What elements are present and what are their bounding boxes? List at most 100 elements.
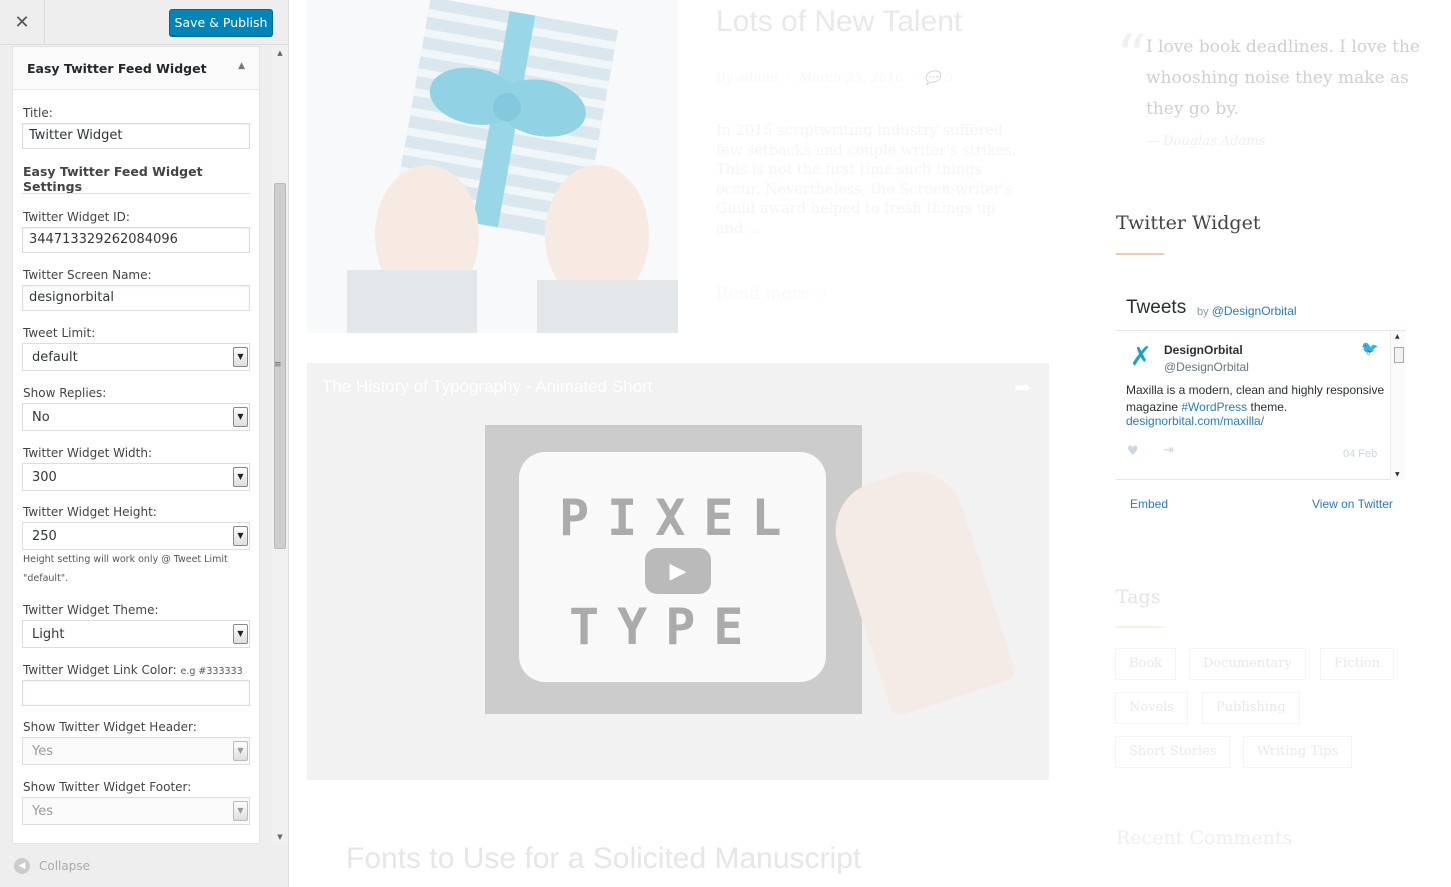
by-handle-link[interactable]: @DesignOrbital <box>1212 304 1297 318</box>
comment-icon: 💬 <box>924 71 941 86</box>
heading-underline <box>1116 253 1164 255</box>
scroll-thumb[interactable] <box>1394 347 1404 363</box>
tweet-link[interactable]: designorbital.com/maxilla/ <box>1126 414 1264 428</box>
post-meta: By admin · March 25, 2016 · 💬 0 <box>716 71 953 86</box>
dropdown-arrow-icon: ▼ <box>233 741 248 761</box>
twitter-bird-icon[interactable]: 🐦 <box>1361 341 1378 357</box>
next-post-title[interactable]: Fonts to Use for a Solicited Manuscript <box>346 842 861 876</box>
tweet-author-handle[interactable]: @DesignOrbital <box>1164 360 1249 374</box>
retweet-icon[interactable]: ⇥ <box>1163 443 1174 458</box>
heading-underline <box>1116 626 1164 628</box>
show-footer-label: Show Twitter Widget Footer: <box>23 780 192 794</box>
twitter-widget-heading: Twitter Widget <box>1116 212 1261 234</box>
panel-scrollbar[interactable]: ▲ ≡ ▼ <box>272 46 288 844</box>
tag-writing-tips[interactable]: Writing Tips <box>1243 736 1353 768</box>
show-header-label: Show Twitter Widget Header: <box>23 720 197 734</box>
height-select[interactable]: 250 ▼ <box>22 522 250 550</box>
tweet-author-name[interactable]: DesignOrbital <box>1164 343 1243 357</box>
widget-id-input[interactable]: 344713329262084096 <box>22 227 250 253</box>
tag-documentary[interactable]: Documentary <box>1189 648 1306 680</box>
divider <box>22 193 250 194</box>
save-publish-button[interactable]: Save & Publish <box>169 9 273 36</box>
meta-date: March 25, 2016 <box>798 71 904 86</box>
recent-comments-heading: Recent Comments <box>1116 827 1293 849</box>
designorbital-avatar[interactable]: ✗ <box>1130 344 1152 370</box>
tweet-list[interactable]: ✗ DesignOrbital @DesignOrbital 🐦 Maxilla… <box>1116 330 1406 480</box>
collapse-button[interactable]: ◀ Collapse <box>14 858 90 874</box>
height-note: Height setting will work only @ Tweet Li… <box>23 554 228 584</box>
video-title[interactable]: The History of Typography - Animated Sho… <box>322 377 652 397</box>
scroll-up-icon[interactable]: ▲ <box>272 46 288 60</box>
tag-publishing[interactable]: Publishing <box>1202 692 1300 724</box>
heart-icon[interactable]: ♥ <box>1127 444 1139 459</box>
tweet-limit-label: Tweet Limit: <box>23 326 96 340</box>
quote-icon: “ <box>1116 22 1147 92</box>
screen-name-label: Twitter Screen Name: <box>23 268 152 282</box>
video-embed[interactable]: PIXEL TYPE ▶ The History of Typography -… <box>307 363 1049 780</box>
show-header-select[interactable]: Yes ▼ <box>22 737 250 765</box>
post-title[interactable]: Lots of New Talent <box>716 5 962 39</box>
show-footer-value: Yes <box>32 804 53 819</box>
dropdown-arrow-icon: ▼ <box>233 801 248 821</box>
tweet-limit-value: default <box>32 350 78 365</box>
customizer-header: ✕ Save & Publish <box>0 0 288 45</box>
screen-name-input[interactable]: designorbital <box>22 285 250 311</box>
tweet-hashtag[interactable]: #WordPress <box>1181 400 1247 414</box>
height-value: 250 <box>32 529 57 544</box>
view-on-twitter-link[interactable]: View on Twitter <box>1312 497 1393 511</box>
width-value: 300 <box>32 470 57 485</box>
scroll-up-icon[interactable]: ▲ <box>1395 333 1400 340</box>
gift-box-illustration <box>307 0 678 333</box>
link-color-label: Twitter Widget Link Color: e.g #333333 <box>23 663 243 677</box>
tag-short-stories[interactable]: Short Stories <box>1115 736 1231 768</box>
dropdown-arrow-icon: ▼ <box>233 624 248 644</box>
scroll-down-icon[interactable]: ▼ <box>1395 471 1400 478</box>
quote-text: I love book deadlines. I love the whoosh… <box>1146 37 1420 119</box>
tweet-limit-select[interactable]: default ▼ <box>22 343 250 371</box>
theme-label: Twitter Widget Theme: <box>23 603 159 617</box>
post-featured-image[interactable] <box>307 0 678 333</box>
link-color-input[interactable] <box>22 680 250 706</box>
show-replies-value: No <box>32 410 50 425</box>
theme-value: Light <box>32 627 65 642</box>
close-icon[interactable]: ✕ <box>0 0 45 45</box>
tweets-label: Tweets <box>1126 297 1187 318</box>
customizer-sidebar: ✕ Save & Publish Easy Twitter Feed Widge… <box>0 0 289 887</box>
meta-author[interactable]: admin <box>737 71 778 86</box>
height-label: Twitter Widget Height: <box>23 505 157 519</box>
widget-title-bar[interactable]: Easy Twitter Feed Widget ▲ <box>13 47 259 90</box>
customizer-panel: Easy Twitter Feed Widget ▲ Title: Twitte… <box>0 46 288 844</box>
share-icon[interactable]: ➦ <box>1014 375 1031 399</box>
by-label: by <box>1197 306 1209 318</box>
link-color-label-text: Twitter Widget Link Color: <box>23 663 177 677</box>
tag-novels[interactable]: Novels <box>1115 692 1189 724</box>
embed-link[interactable]: Embed <box>1130 497 1168 511</box>
read-more-label: Read more <box>716 284 810 304</box>
meta-comments[interactable]: 0 <box>945 71 953 86</box>
scroll-down-icon[interactable]: ▼ <box>272 830 288 844</box>
collapse-label: Collapse <box>39 859 90 873</box>
show-replies-select[interactable]: No ▼ <box>22 403 250 431</box>
tag-fiction[interactable]: Fiction <box>1320 648 1395 680</box>
tweet-date[interactable]: 04 Feb <box>1343 448 1377 460</box>
title-input[interactable]: Twitter Widget <box>22 123 250 149</box>
meta-by: By <box>716 71 733 86</box>
show-footer-select[interactable]: Yes ▼ <box>22 797 250 825</box>
play-icon[interactable]: ▶ <box>645 548 711 594</box>
width-select[interactable]: 300 ▼ <box>22 463 250 491</box>
link-color-hint: e.g #333333 <box>180 666 243 677</box>
show-header-value: Yes <box>32 744 53 759</box>
site-preview: Lots of New Talent By admin · March 25, … <box>290 0 1451 887</box>
widget-id-label: Twitter Widget ID: <box>23 210 130 224</box>
widget-title: Easy Twitter Feed Widget <box>27 61 207 76</box>
dropdown-arrow-icon: ▼ <box>233 467 248 487</box>
timeline-scrollbar[interactable]: ▲ ▼ <box>1390 331 1406 480</box>
tweets-by: by @DesignOrbital <box>1197 304 1297 318</box>
read-more-link[interactable]: Read more › <box>716 284 827 304</box>
theme-select[interactable]: Light ▼ <box>22 620 250 648</box>
title-label: Title: <box>23 106 53 120</box>
tag-book[interactable]: Book <box>1115 648 1177 680</box>
collapse-arrow-icon[interactable]: ▲ <box>238 61 245 71</box>
dropdown-arrow-icon: ▼ <box>233 347 248 367</box>
show-replies-label: Show Replies: <box>23 386 107 400</box>
